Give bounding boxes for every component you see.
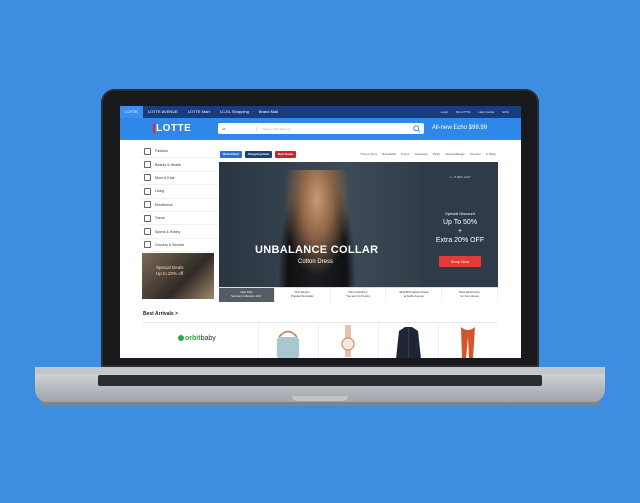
shop-now-button[interactable]: Shop Now <box>439 256 481 267</box>
baby-icon <box>144 174 151 182</box>
cart-icon <box>144 241 151 249</box>
quick-link-voucher[interactable]: Voucher <box>470 152 481 156</box>
hero-special-label: Special Discount <box>445 211 475 216</box>
best-arrivals-list: orbitbaby <box>142 322 498 358</box>
quick-link-brandmall[interactable]: BrandMall <box>382 152 396 156</box>
strip-item[interactable]: Men's Deals by Ties and Cuff Links <box>331 288 387 302</box>
promo-text[interactable]: All-new Echo $99.99 <box>432 125 487 131</box>
quick-link-picks[interactable]: Picks <box>433 152 440 156</box>
search-category-select[interactable]: All <box>218 126 257 131</box>
search-bar[interactable]: All Select a Gift discount <box>218 123 424 134</box>
tab-lckl-shopping[interactable]: LC.KL Shopping <box>215 106 254 118</box>
strip-item[interactable]: Best Electronics for Your House <box>442 288 498 302</box>
site-logo[interactable]: LOTTE <box>152 123 191 134</box>
brand-row: Brand Deal Shopping Deal Best Deals Them… <box>220 148 496 160</box>
laptop-base-top <box>35 367 605 374</box>
quick-link-global-mileage[interactable]: Global Mileage <box>445 152 465 156</box>
quick-links: Theme Story BrandMall Promo Giveaway Pic… <box>360 152 496 156</box>
quick-link-promo[interactable]: Promo <box>401 152 410 156</box>
scarf-product-image <box>461 327 475 358</box>
orbit-baby-logo: orbitbaby <box>178 335 216 342</box>
search-icon[interactable] <box>413 124 421 133</box>
laptop-trackpad-notch <box>292 396 348 401</box>
lipstick-icon <box>144 161 151 169</box>
bag-product-image <box>277 330 299 358</box>
watch-product-image <box>341 325 355 357</box>
hero-discount-line-1: Up To 50% <box>442 219 478 226</box>
login-link[interactable]: Login <box>441 110 448 114</box>
best-arrivals-title[interactable]: Best Arrivals > <box>143 311 178 317</box>
brand-deal-logo[interactable]: Brand Deal <box>220 150 242 158</box>
shopping-deal-logo[interactable]: Shopping Deal <box>244 150 272 158</box>
hero-model-image <box>279 170 355 287</box>
strip-item[interactable]: This Week's Popular Demands <box>275 288 331 302</box>
strip-item[interactable]: New 10th Summer Collection 2017 <box>219 288 275 302</box>
hero-banner[interactable]: UNBALANCE COLLAR Cotton Dress 1 ~ 8 DEC … <box>219 162 498 287</box>
ball-icon <box>144 228 151 236</box>
hanger-icon <box>144 147 151 155</box>
site-header: LOTTE All Select a Gift discount All-new… <box>120 118 521 140</box>
tab-lotte-avenue[interactable]: LOTTE AVENUE <box>143 106 183 118</box>
hero-headline: UNBALANCE COLLAR <box>255 244 379 256</box>
laptop-screen: LOTTE LOTTE AVENUE LOTTE Mart LC.KL Shop… <box>120 106 521 358</box>
hero-discount-panel: 1 ~ 8 DEC 2017 Special Discount Up To 50… <box>422 162 498 287</box>
brand-tile-orbit-baby[interactable]: orbitbaby <box>142 323 259 358</box>
orbit-dot-icon <box>178 335 184 341</box>
side-banner-line-1: Special Deals <box>156 265 184 270</box>
search-input[interactable]: Select a Gift discount <box>257 127 413 131</box>
quick-link-theme-story[interactable]: Theme Story <box>360 152 377 156</box>
side-banner-line-2: Up to 20% off <box>156 271 184 276</box>
top-nav: LOTTE LOTTE AVENUE LOTTE Mart LC.KL Shop… <box>120 106 521 118</box>
tab-lotte[interactable]: LOTTE <box>120 106 143 118</box>
hero-discount-plus: + <box>457 228 463 235</box>
phone-icon <box>144 201 151 209</box>
utility-links: Login My LOTTE Help Center ENG <box>441 110 521 114</box>
best-deals-logo[interactable]: Best Deals <box>274 150 297 158</box>
language-link[interactable]: ENG <box>502 110 509 114</box>
hero-subtitle: Cotton Dress <box>298 259 334 265</box>
product-tile-jacket[interactable] <box>379 323 439 358</box>
strip-item[interactable]: SEQ365 Fashion Week at Kelfin Avenue <box>386 288 443 302</box>
product-tile-bag[interactable] <box>259 323 319 358</box>
jacket-product-image <box>396 327 421 358</box>
banner-strip: New 10th Summer Collection 2017 This Week… <box>219 287 498 302</box>
laptop-keyboard <box>98 375 542 386</box>
plane-icon <box>144 214 151 222</box>
sofa-icon <box>144 187 151 195</box>
product-tile-watch[interactable] <box>319 323 379 358</box>
tab-brand-mall[interactable]: Brand Mall <box>254 106 283 118</box>
tab-lotte-mart[interactable]: LOTTE Mart <box>183 106 215 118</box>
quick-link-giveaway[interactable]: Giveaway <box>415 152 428 156</box>
chevron-right-icon: > <box>175 311 178 317</box>
my-lotte-link[interactable]: My LOTTE <box>456 110 471 114</box>
product-tile-scarf[interactable] <box>439 323 498 358</box>
side-promo-banner[interactable]: Special Deals Up to 20% off <box>142 253 214 299</box>
laptop-base-edge <box>40 402 600 406</box>
hero-date: 1 ~ 8 DEC 2017 <box>449 175 471 179</box>
help-center-link[interactable]: Help Center <box>478 110 494 114</box>
quick-link-kshop[interactable]: K-Shop <box>486 152 496 156</box>
hero-discount-line-2: Extra 20% OFF <box>435 237 485 244</box>
